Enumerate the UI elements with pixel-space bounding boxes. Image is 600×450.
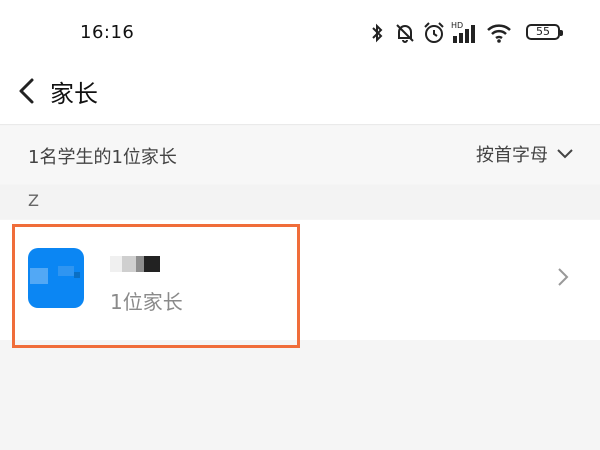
list-item[interactable]: 1位家长 bbox=[0, 220, 600, 340]
student-name-blurred bbox=[110, 256, 166, 272]
bluetooth-icon bbox=[372, 23, 383, 43]
status-bar: 16:16 HD 55 bbox=[0, 0, 600, 64]
parent-count-text: 1名学生的1位家长 bbox=[28, 147, 177, 168]
svg-text:HD: HD bbox=[451, 21, 463, 30]
alarm-icon bbox=[424, 22, 444, 43]
back-arrow-icon[interactable] bbox=[14, 76, 40, 106]
wifi-icon bbox=[487, 24, 511, 43]
sort-label: 按首字母 bbox=[476, 145, 548, 166]
avatar bbox=[28, 248, 84, 308]
section-letter: Z bbox=[28, 191, 39, 210]
section-header: Z bbox=[0, 185, 600, 219]
nav-bar: 家长 bbox=[0, 64, 600, 125]
status-time: 16:16 bbox=[80, 22, 135, 43]
page-title: 家长 bbox=[50, 80, 98, 108]
sort-dropdown[interactable]: 按首字母 bbox=[476, 141, 574, 167]
parent-count-label: 1位家长 bbox=[110, 290, 183, 314]
hd-signal-icon: HD bbox=[451, 21, 475, 43]
chevron-down-icon bbox=[557, 149, 573, 159]
battery-icon: 55 bbox=[526, 24, 563, 40]
summary-bar: 1名学生的1位家长 按首字母 bbox=[0, 126, 600, 184]
mute-bell-icon bbox=[396, 24, 414, 43]
chevron-right-icon bbox=[558, 268, 569, 286]
